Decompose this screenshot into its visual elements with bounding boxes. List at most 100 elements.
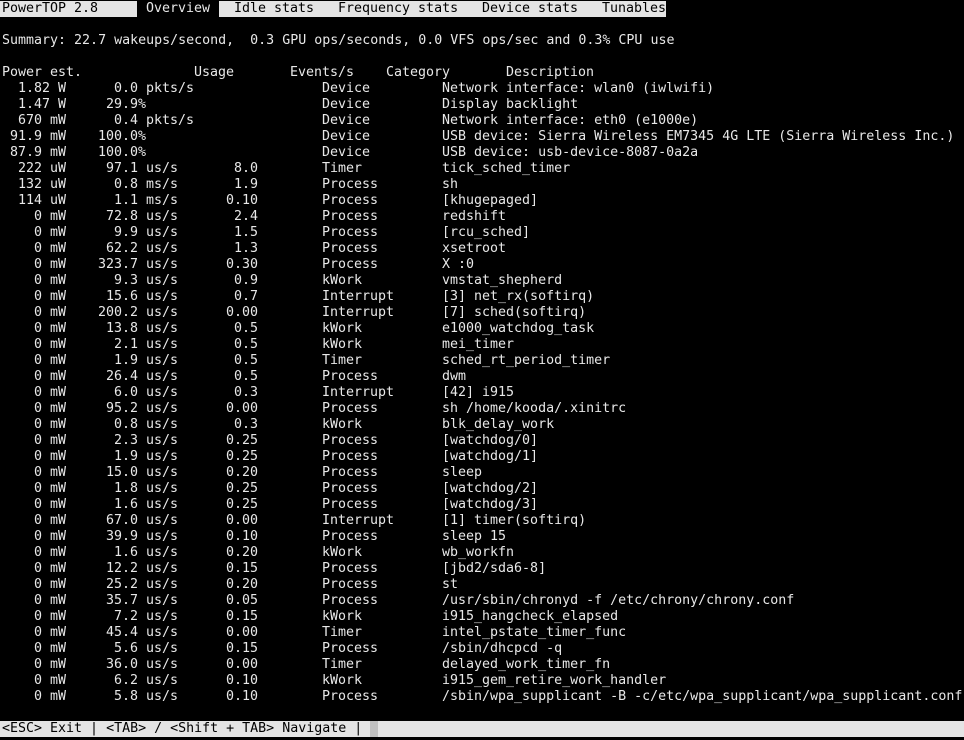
category: kWork: [322, 337, 363, 352]
description: [42] i915: [442, 385, 515, 400]
category: Process: [322, 577, 379, 592]
power-estimate: 0 mW: [33, 241, 66, 256]
usage: 200.2 us/s: [98, 305, 179, 320]
category: Process: [322, 257, 379, 272]
usage: 6.0 us/s: [114, 385, 179, 400]
description: [7] sched(softirq): [442, 305, 587, 320]
tab-overview[interactable]: Overview: [137, 1, 220, 17]
description: /usr/sbin/chronyd -f /etc/chrony/chrony.…: [442, 593, 795, 608]
events-per-second: 0.20: [225, 545, 258, 560]
category: Interrupt: [322, 305, 395, 320]
power-estimate: 0 mW: [33, 481, 66, 496]
power-estimate: 114 uW: [17, 193, 66, 208]
category: kWork: [322, 545, 363, 560]
description: [watchdog/2]: [442, 481, 539, 496]
power-estimate: 0 mW: [33, 385, 66, 400]
category: Process: [322, 561, 379, 576]
usage: 100.0%: [98, 145, 147, 160]
events-per-second: 0.25: [225, 449, 258, 464]
power-estimate: 0 mW: [33, 353, 66, 368]
events-per-second: 0.3: [233, 417, 258, 432]
tab-frequency-stats[interactable]: Frequency stats: [338, 1, 458, 17]
power-estimate: 0 mW: [33, 465, 66, 480]
usage: 0.8 us/s: [114, 417, 179, 432]
power-estimate: 0 mW: [33, 593, 66, 608]
usage: 100.0%: [98, 129, 147, 144]
tab-device-stats[interactable]: Device stats: [482, 1, 578, 17]
usage: 95.2 us/s: [106, 401, 179, 416]
events-per-second: 0.10: [225, 689, 258, 704]
tab-tunables[interactable]: Tunables: [602, 1, 666, 17]
category: Process: [322, 529, 379, 544]
events-per-second: 0.00: [225, 513, 258, 528]
category: Process: [322, 689, 379, 704]
description: i915_hangcheck_elapsed: [442, 609, 619, 624]
status-bar: <ESC> Exit | <TAB> / <Shift + TAB> Navig…: [0, 721, 964, 737]
events-per-second: 8.0: [233, 161, 258, 176]
usage: 13.8 us/s: [106, 321, 179, 336]
events-per-second: 2.4: [233, 209, 258, 224]
summary-line: Summary: 22.7 wakeups/second, 0.3 GPU op…: [2, 33, 675, 48]
category: Process: [322, 193, 379, 208]
power-estimate: 0 mW: [33, 497, 66, 512]
description: USB device: Sierra Wireless EM7345 4G LT…: [442, 129, 955, 144]
usage: 323.7 us/s: [98, 257, 179, 272]
category: Device: [322, 113, 371, 128]
cursor: [370, 721, 378, 737]
usage: 2.3 us/s: [114, 433, 179, 448]
description: vmstat_shepherd: [442, 273, 563, 288]
events-per-second: 0.10: [225, 673, 258, 688]
keyboard-help: <ESC> Exit | <TAB> / <Shift + TAB> Navig…: [2, 721, 363, 736]
events-per-second: 0.20: [225, 465, 258, 480]
description: [watchdog/0]: [442, 433, 539, 448]
description: Network interface: eth0 (e1000e): [442, 113, 699, 128]
description: [watchdog/3]: [442, 497, 539, 512]
usage: 2.1 us/s: [114, 337, 179, 352]
power-estimate: 0 mW: [33, 561, 66, 576]
category: Device: [322, 129, 371, 144]
events-per-second: 0.10: [225, 193, 258, 208]
power-estimate: 0 mW: [33, 449, 66, 464]
category: Process: [322, 225, 379, 240]
column-header-power: Power est.: [2, 65, 83, 80]
power-estimate: 670 mW: [17, 113, 66, 128]
category: kWork: [322, 609, 363, 624]
usage: 67.0 us/s: [106, 513, 179, 528]
column-header-events: Events/s: [290, 65, 355, 80]
category: Process: [322, 369, 379, 384]
description: e1000_watchdog_task: [442, 321, 595, 336]
tab-idle-stats[interactable]: Idle stats: [234, 1, 314, 17]
column-header-usage: Usage: [194, 65, 235, 80]
power-estimate: 0 mW: [33, 305, 66, 320]
description: wb_workfn: [442, 545, 515, 560]
description: [khugepaged]: [442, 193, 539, 208]
usage: 12.2 us/s: [106, 561, 179, 576]
power-estimate: 0 mW: [33, 257, 66, 272]
power-estimate: 0 mW: [33, 529, 66, 544]
column-header-category: Category: [386, 65, 451, 80]
power-estimate: 0 mW: [33, 321, 66, 336]
power-estimate: 0 mW: [33, 417, 66, 432]
usage: 25.2 us/s: [106, 577, 179, 592]
description: Network interface: wlan0 (iwlwifi): [442, 81, 715, 96]
power-estimate: 1.82 W: [17, 81, 66, 96]
usage: 1.1 ms/s: [114, 193, 179, 208]
usage: 36.0 us/s: [106, 657, 179, 672]
events-per-second: 0.05: [225, 593, 258, 608]
category: Process: [322, 465, 379, 480]
power-estimate: 0 mW: [33, 577, 66, 592]
events-per-second: 1.9: [233, 177, 258, 192]
power-estimate: 0 mW: [33, 609, 66, 624]
category: Process: [322, 497, 379, 512]
category: Timer: [322, 161, 363, 176]
usage: 35.7 us/s: [106, 593, 179, 608]
description: /sbin/wpa_supplicant -B -c/etc/wpa_suppl…: [442, 689, 963, 704]
power-estimate: 0 mW: [33, 657, 66, 672]
events-per-second: 0.9: [233, 273, 258, 288]
description: st: [442, 577, 459, 592]
description: mei_timer: [442, 337, 515, 352]
category: Timer: [322, 657, 363, 672]
category: Interrupt: [322, 289, 395, 304]
usage: 1.6 us/s: [114, 545, 179, 560]
events-per-second: 0.00: [225, 657, 258, 672]
